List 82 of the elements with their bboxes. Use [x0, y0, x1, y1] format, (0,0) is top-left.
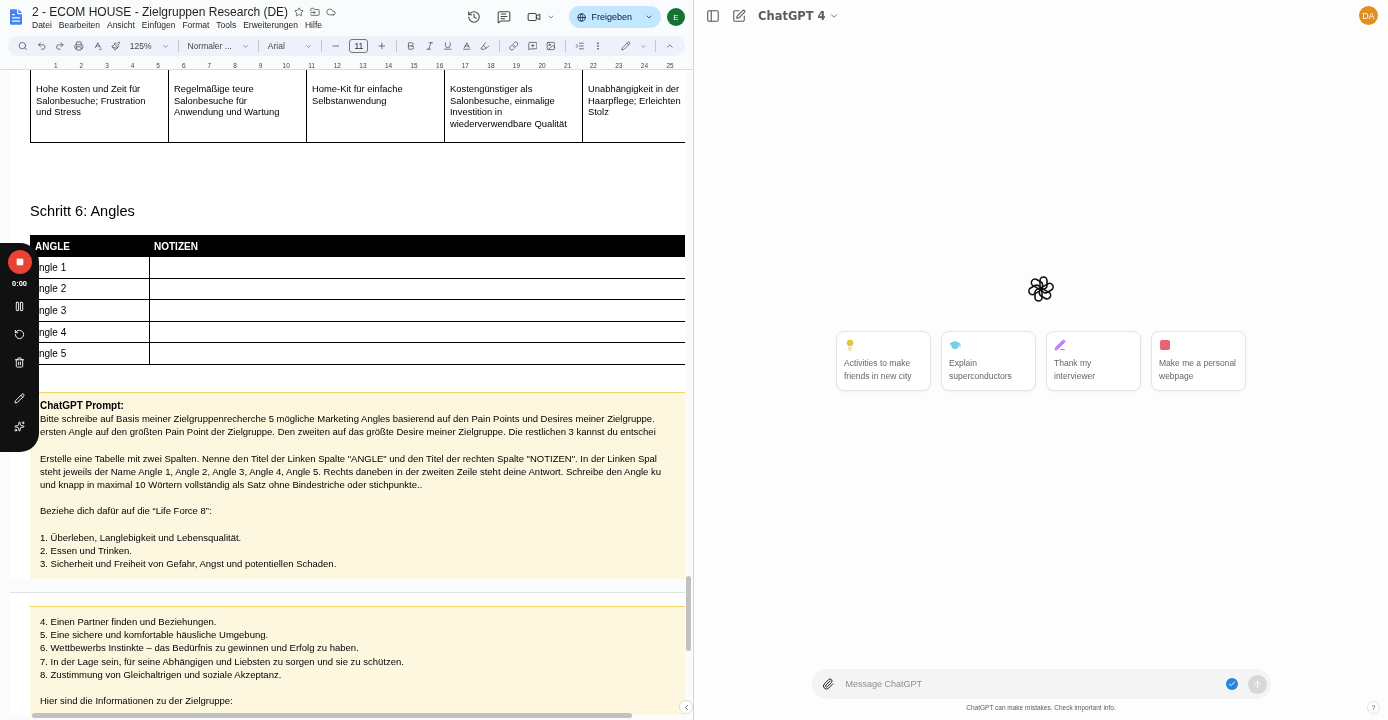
- account-avatar[interactable]: E: [667, 8, 685, 26]
- folder-icon[interactable]: [310, 6, 321, 17]
- font-size-field[interactable]: 11: [349, 39, 369, 53]
- prompt-paragraph: 1. Überleben, Langlebigkeit und Lebensqualität. 2. Essen und Trinken. 3. Sicherheit und Freiheit von Gefahr, Angst und potentiellen Schaden.: [40, 530, 338, 571]
- bold-icon[interactable]: [405, 41, 416, 51]
- italic-icon[interactable]: [424, 41, 435, 51]
- caret-icon: [645, 13, 653, 21]
- format-icon[interactable]: [574, 41, 585, 51]
- collapse-button[interactable]: [679, 700, 693, 714]
- menu-item[interactable]: Tools: [216, 19, 237, 30]
- menu-item[interactable]: Ansicht: [106, 19, 135, 30]
- menu-item[interactable]: Erweiterungen: [243, 19, 298, 30]
- table-cell: Regelmäßige teure Salonbesuche für Anwendung und Wartung: [168, 70, 306, 142]
- image-icon[interactable]: [546, 41, 556, 51]
- comment-icon[interactable]: [497, 10, 512, 24]
- pencil-icon[interactable]: [621, 41, 631, 51]
- caret-icon: [304, 42, 312, 50]
- spellcheck-icon[interactable]: [92, 41, 103, 51]
- collapse-icon[interactable]: [665, 41, 675, 51]
- suggestion-card[interactable]: Thank my interviewer: [1046, 331, 1141, 391]
- redo-icon[interactable]: [55, 41, 65, 51]
- video-icon[interactable]: [527, 10, 542, 24]
- column-header: ANGLE: [34, 240, 71, 252]
- print-icon[interactable]: [73, 41, 84, 51]
- menu-item[interactable]: Datei: [32, 19, 52, 30]
- underline-icon[interactable]: [443, 41, 453, 51]
- paint-format-icon[interactable]: [111, 41, 121, 51]
- history-icon[interactable]: [467, 10, 482, 24]
- new-chat-icon[interactable]: [732, 8, 746, 23]
- trash-icon: [14, 356, 25, 368]
- caret-icon[interactable]: [547, 13, 556, 21]
- message-input[interactable]: Message ChatGPT: [843, 678, 1216, 690]
- prompt-paragraph: 4. Einen Partner finden und Beziehungen. 5. Eine sichere und komfortable häusliche Umgebung. 6. Wettbewerbs Instinkte – das Bedürfnis zu gewinnen und Erfolg zu haben. 7. In der Lage sein, für seine Abhängigen und Liebsten zu sorgen und sie zu schützen. 8. Zustimmung von Gleichaltrigen und soziale Akzeptanz.: [40, 614, 405, 682]
- zoom-dropdown[interactable]: 125%: [129, 41, 169, 51]
- style-dropdown[interactable]: Normaler ...: [187, 41, 249, 51]
- add-comment-icon[interactable]: [527, 41, 538, 51]
- table-cell: Hohe Kosten und Zeit für Salonbesuche; Frustration und Stress: [30, 70, 168, 142]
- undo-icon[interactable]: [36, 41, 47, 51]
- star-icon[interactable]: [294, 6, 305, 17]
- prompt-paragraph: Erstelle eine Tabelle mit zwei Spalten. Nenne den Titel der Linken Spalte "ANGLE" und den Titel der rechten Spalte "NOTIZEN". In der Linken Spal steht jeweils der Name Angle 1, Angle 2, Angle 3, Angle 4, Angle 5. Rechts daneben in der zweiten Zeile steht deine Antwort. Schreibe den Angle ku und knapp in maximal 10 Wörtern vollständig als Satz ohne Bindestriche oder stichpunkte..: [40, 451, 663, 492]
- menu-item[interactable]: Bearbeiten: [58, 19, 100, 30]
- menu-item[interactable]: Format: [182, 19, 210, 30]
- model-selector[interactable]: ChatGPT 4: [758, 8, 839, 23]
- suggestion-card[interactable]: Explain superconductors: [941, 331, 1036, 391]
- message-field[interactable]: Message ChatGPT: [811, 669, 1271, 699]
- sparkles-icon: [14, 420, 25, 432]
- logo-icon: [1027, 275, 1055, 303]
- font-dropdown[interactable]: Arial: [267, 41, 312, 51]
- plus-icon[interactable]: [377, 41, 387, 51]
- scrollbar[interactable]: [686, 576, 691, 651]
- attach-icon[interactable]: [821, 678, 834, 690]
- arrow-up-icon: [1251, 678, 1263, 690]
- caret-icon: [161, 42, 169, 50]
- share-button[interactable]: Freigeben: [569, 6, 661, 28]
- menu-item[interactable]: Hilfe: [305, 19, 322, 30]
- globe-icon: [577, 12, 587, 22]
- text-color-icon[interactable]: [461, 41, 472, 51]
- suggestion-card[interactable]: Make me a personal webpage: [1151, 331, 1246, 391]
- pause-icon: [14, 300, 25, 312]
- stop-icon: [15, 258, 24, 266]
- prompt-title: ChatGPT Prompt:: [40, 398, 125, 412]
- search-icon[interactable]: [18, 41, 28, 51]
- caret-icon: [241, 42, 249, 50]
- prompt-paragraph: Beziehe dich dafür auf die “Life Force 8”:: [40, 504, 213, 518]
- pencil-icon: [14, 392, 25, 404]
- document-title[interactable]: 2 - ECOM HOUSE - Zielgruppen Research (DE): [32, 4, 289, 19]
- column-header: NOTIZEN: [153, 240, 199, 252]
- stop-button[interactable]: [7, 250, 32, 274]
- section-heading: Schritt 6: Angles: [30, 203, 136, 219]
- cloud-icon[interactable]: [326, 6, 337, 17]
- check-icon: [1225, 678, 1238, 690]
- restart-icon: [14, 328, 25, 340]
- sidebar-icon[interactable]: [706, 8, 720, 23]
- link-icon[interactable]: [508, 41, 519, 51]
- scrollbar[interactable]: [32, 713, 632, 718]
- menu-item[interactable]: Einfügen: [141, 19, 176, 30]
- prompt-paragraph: Hier sind die Informationen zu der Zielgruppe:: [40, 694, 234, 708]
- highlighter-icon[interactable]: [480, 41, 490, 51]
- prompt-paragraph: Bitte schreibe auf Basis meiner Zielgruppenrecherche 5 mögliche Marketing Angles basierend auf den Pain Points und Desires meiner Zielgruppe. ersten Angle auf den größten Pain Point der Zielgruppe. Den zweiten auf das größte Desire meiner Zielgruppe. Die restlichen 3 kannst du entschei: [40, 411, 657, 439]
- table-cell: Kostengünstiger als Salonbesuche, einmalige Investition in wiederverwendbare Qualität: [444, 70, 582, 142]
- suggestion-card[interactable]: Activities to make friends in new city: [836, 331, 931, 391]
- table-cell: Home-Kit für einfache Selbstanwendung: [306, 70, 444, 142]
